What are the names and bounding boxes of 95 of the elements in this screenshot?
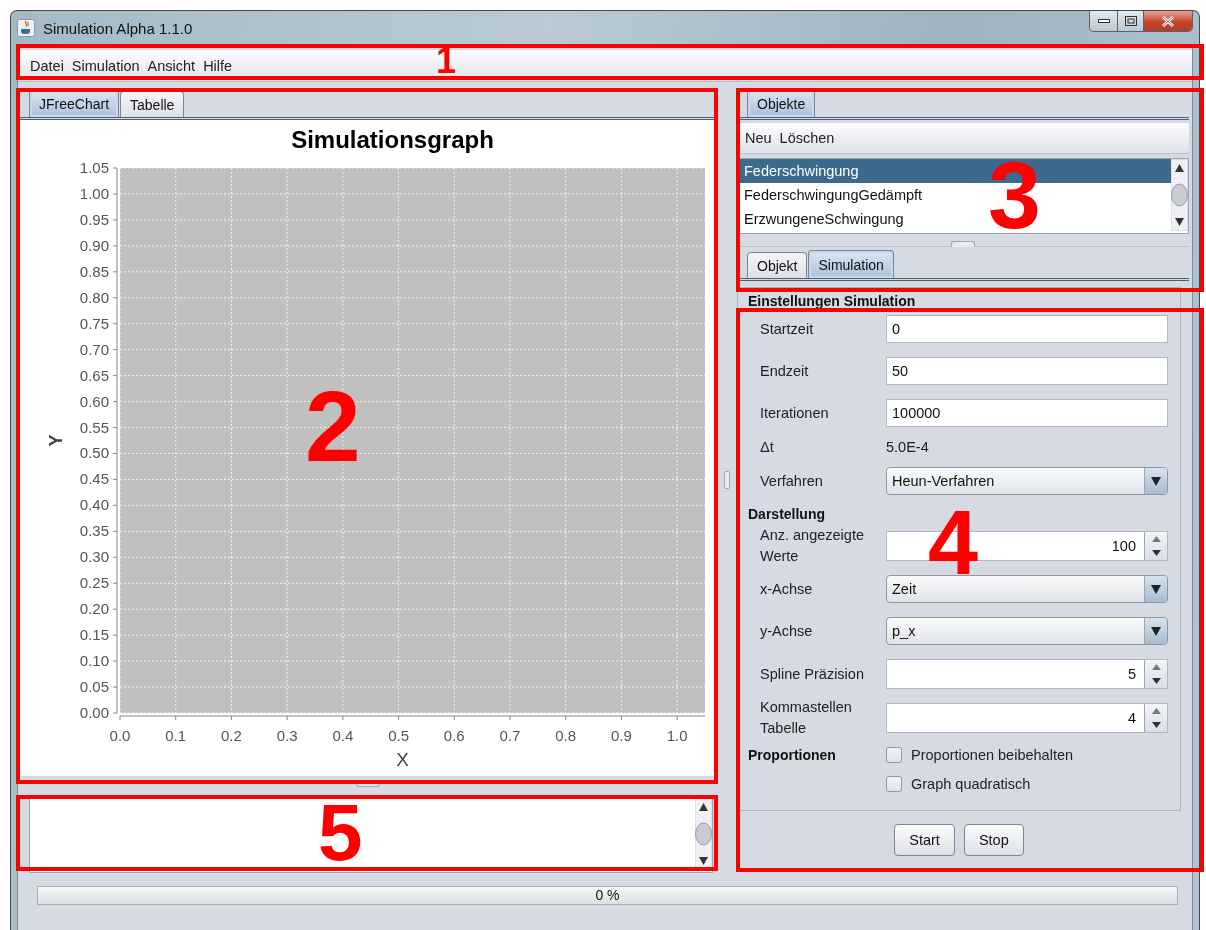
axis-tick-label: 0.20 [79,600,109,618]
axis-tick-label: 0.0 [109,727,131,744]
checkbox-label: Proportionen beibehalten [911,746,1074,763]
number-spinner[interactable]: 4 [886,703,1168,733]
spinner-buttons[interactable] [1144,704,1167,732]
annotation-number: 1 [436,47,457,76]
axis-tick-label: 0.85 [79,262,109,280]
axis-tick-label: 0.9 [611,727,632,744]
tab[interactable]: Tabelle [120,91,185,117]
axis-tick-label: 0.05 [79,678,109,696]
spinner-buttons[interactable] [1144,532,1167,560]
axis-tick-label: 0.2 [221,727,242,744]
input-field[interactable]: 50 [886,357,1168,385]
axis-tick-label: 1.00 [79,184,109,202]
field-label: Startzeit [760,319,815,339]
axis-tick-label: 0.55 [79,418,109,436]
checkbox[interactable] [886,775,902,792]
chart-title: Simulationsgraph [291,126,494,153]
spinner-buttons[interactable] [1144,660,1167,688]
tab[interactable]: Objekt [747,252,808,278]
menu-item[interactable]: Simulation [67,57,144,74]
annotation-number: 2 [305,386,361,466]
group-heading: Einstellungen Simulation [748,294,917,308]
minimize-icon [1097,19,1110,23]
axis-title: Y [46,434,66,447]
axis-tick-label: 0.60 [79,392,109,410]
axis-tick-label: 0.3 [276,727,298,744]
scrollbar[interactable] [1171,159,1188,231]
axis-tick-label: 1.0 [666,727,688,744]
input-field[interactable]: 0 [886,315,1168,343]
axis-tick-label: 0.00 [79,704,109,721]
field-label: Iterationen [760,403,830,423]
axis-tick-label: 0.90 [79,236,109,254]
section-heading: Darstellung [748,505,826,524]
axis-tick-label: 0.1 [165,727,187,744]
number-spinner[interactable]: 5 [886,659,1168,689]
dropdown-arrow-icon [1151,626,1161,636]
dropdown[interactable]: Zeit [886,575,1168,603]
window-title: Simulation Alpha 1.1.0 [43,19,193,37]
axis-tick-label: 0.50 [79,444,109,462]
checkbox-label: Graph quadratisch [911,775,1031,792]
axis-tick-label: 0.7 [499,727,521,744]
axis-tick-label: 1.05 [79,159,109,176]
menu-item[interactable]: Hilfe [199,57,237,74]
close-button[interactable] [1144,11,1192,31]
splitter-handle[interactable] [724,470,730,489]
axis-tick-label: 0.8 [555,727,577,744]
axis-tick-label: 0.65 [79,366,109,384]
splitter-handle[interactable] [951,241,975,247]
minimize-button[interactable] [1090,11,1118,31]
field-label: Spline Präzision [760,664,865,684]
axis-tick-label: 0.4 [332,727,354,744]
dropdown-arrow-icon [1151,584,1161,594]
axis-tick-label: 0.6 [443,727,465,744]
maximize-icon [1124,16,1137,26]
maximize-button[interactable] [1118,11,1144,31]
axis-tick-label: 0.80 [79,288,109,306]
field-label: y-Achse [760,621,814,641]
field-label: Verfahren [760,471,824,491]
section-heading: Proportionen [748,746,837,763]
axis-tick-label: 0.95 [79,210,109,228]
field-label: Δt [760,437,775,457]
value-text: 5.0E-4 [886,439,929,455]
field-label: Kommastellen Tabelle [760,698,853,738]
dropdown[interactable]: p_x [886,617,1168,645]
toolbar-item[interactable]: Löschen [779,130,843,146]
dropdown-arrow-icon [1151,476,1161,486]
tab[interactable]: Simulation [808,250,894,278]
axis-title: X [396,749,409,770]
push-button[interactable]: Stop [963,824,1024,856]
push-button[interactable]: Start [894,824,955,856]
field-label: x-Achse [760,579,814,599]
scrollbar[interactable] [695,798,712,870]
field-label: Anz. angezeigte Werte [760,526,865,566]
field-label: Endzeit [760,361,810,381]
axis-tick-label: 0.30 [79,548,109,566]
progress-text: 0 % [594,887,621,904]
menu-item[interactable]: Datei [26,57,68,74]
input-field[interactable]: 100000 [886,399,1168,427]
axis-tick-label: 0.40 [79,496,109,514]
axis-tick-label: 0.25 [79,574,109,592]
axis-tick-label: 0.5 [388,727,409,744]
dropdown[interactable]: Heun-Verfahren [886,467,1168,495]
coffee-cup-icon [17,19,35,37]
axis-tick-label: 0.35 [79,522,109,540]
annotation-number: 5 [318,801,363,865]
checkbox[interactable] [886,746,902,763]
axis-tick-label: 0.15 [79,626,109,644]
axis-tick-label: 0.45 [79,470,109,488]
axis-tick-label: 0.70 [79,340,109,358]
axis-tick-label: 0.75 [79,314,109,332]
toolbar-item[interactable]: Neu [745,130,780,146]
close-icon [1161,15,1175,27]
axis-tick-label: 0.10 [79,652,109,670]
menu-item[interactable]: Ansicht [143,57,200,74]
